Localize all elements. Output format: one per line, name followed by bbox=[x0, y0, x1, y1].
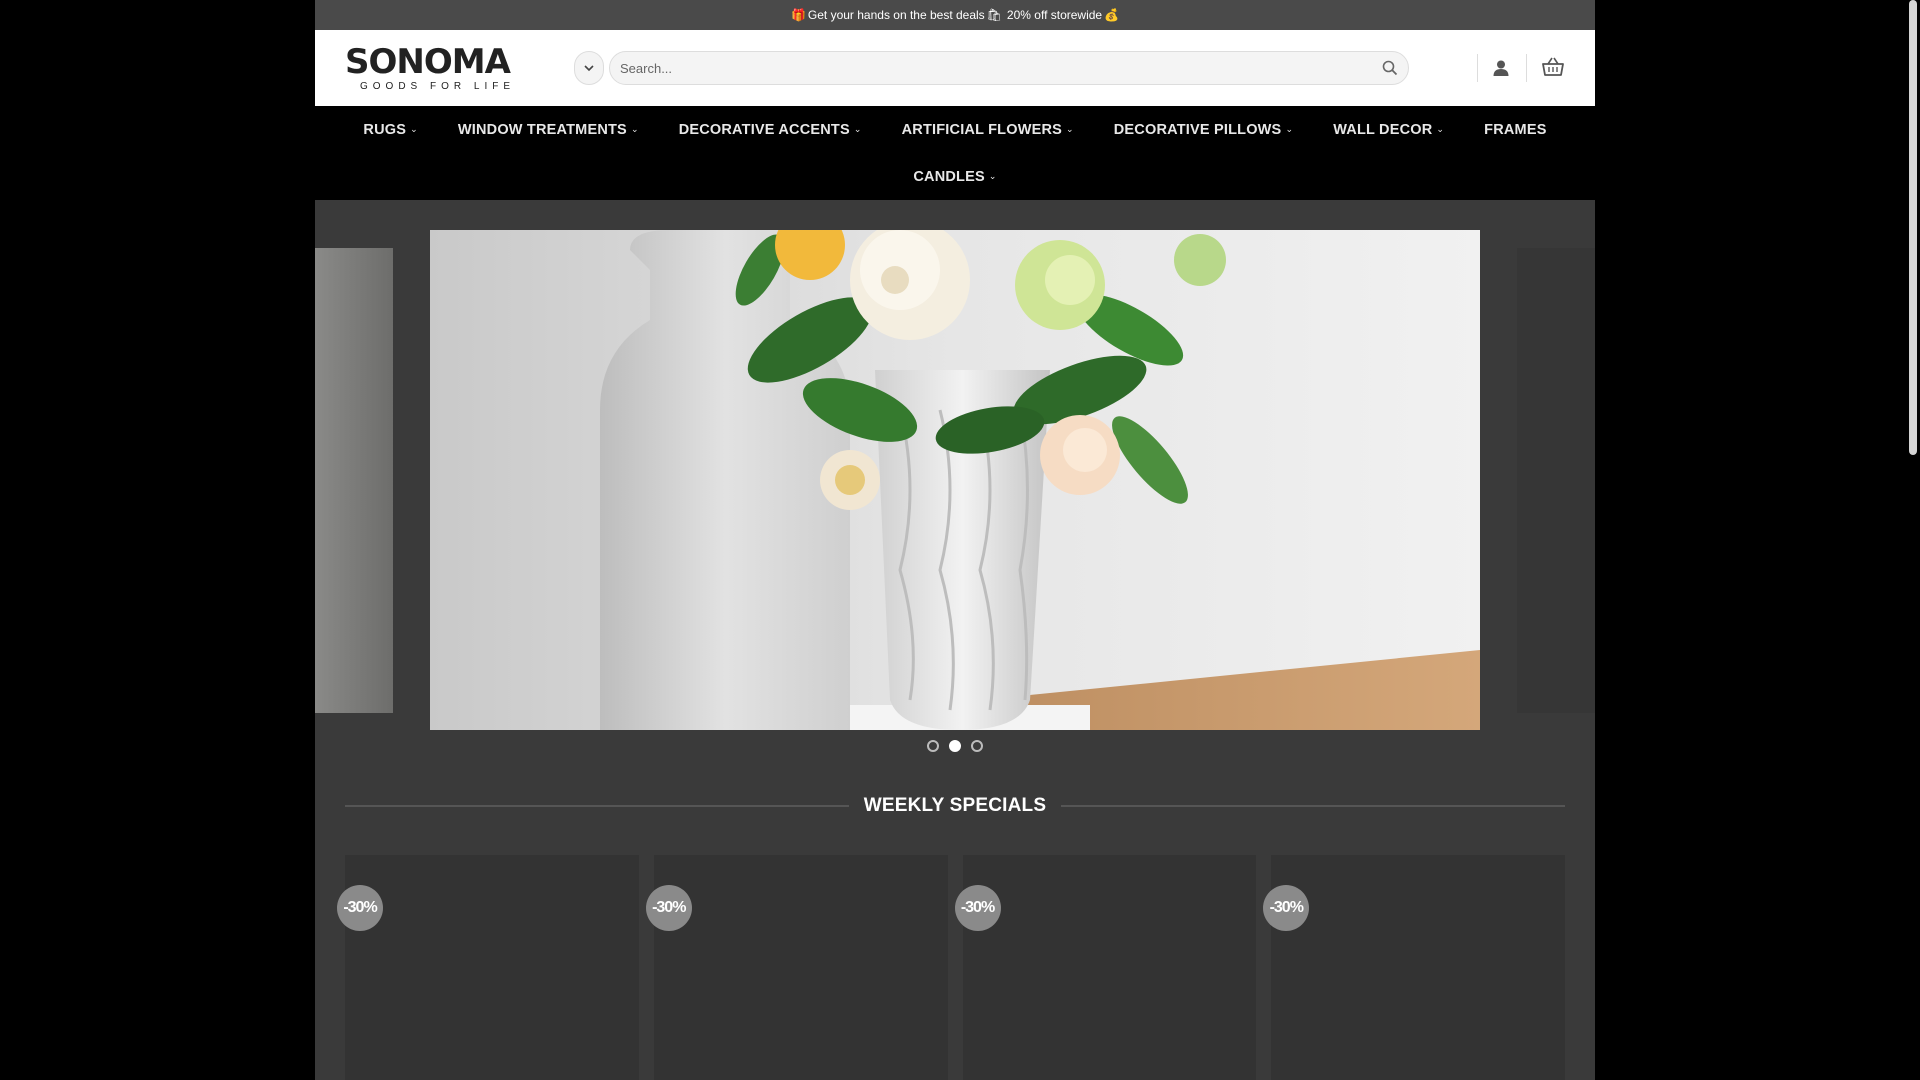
hero-slider bbox=[315, 200, 1595, 770]
previous-slide-preview[interactable] bbox=[315, 248, 393, 713]
chevron-down-icon: ⌄ bbox=[1436, 124, 1445, 134]
slider-dot-3[interactable] bbox=[971, 740, 983, 752]
header-divider bbox=[1526, 54, 1527, 82]
chevron-down-icon: ⌄ bbox=[853, 124, 862, 134]
chevron-down-icon: ⌄ bbox=[1066, 124, 1074, 134]
product-card[interactable]: -30% bbox=[954, 855, 1257, 1080]
nav-label: DECORATIVE PILLOWS bbox=[1113, 121, 1282, 138]
chevron-down-icon: ⌄ bbox=[988, 171, 997, 181]
nav-item-wall-decor[interactable]: WALL DECOR ⌄ bbox=[1313, 106, 1464, 153]
vase-flowers-illustration bbox=[430, 230, 1480, 730]
chevron-down-icon: ⌄ bbox=[1285, 124, 1294, 134]
nav-item-candles[interactable]: CANDLES ⌄ bbox=[893, 153, 1016, 200]
logo-wordmark: SONOMA bbox=[345, 42, 511, 82]
nav-item-rugs[interactable]: RUGS ⌄ bbox=[343, 106, 437, 153]
category-select[interactable] bbox=[574, 51, 604, 85]
basket-icon bbox=[1542, 57, 1564, 76]
nav-item-frames[interactable]: FRAMES bbox=[1464, 106, 1566, 153]
product-card[interactable]: -30% bbox=[1263, 855, 1565, 1080]
section-divider bbox=[1061, 805, 1565, 807]
promo-bar: 🎁 Get your hands on the best deals 🛍 20%… bbox=[315, 0, 1595, 30]
page-container: 🎁 Get your hands on the best deals 🛍 20%… bbox=[315, 0, 1595, 1080]
slider-dot-2[interactable] bbox=[949, 740, 961, 752]
nav-item-decorative-accents[interactable]: DECORATIVE ACCENTS ⌄ bbox=[659, 106, 882, 153]
nav-item-decorative-pillows[interactable]: DECORATIVE PILLOWS ⌄ bbox=[1094, 106, 1313, 153]
product-card[interactable]: -30% bbox=[645, 855, 948, 1080]
user-icon bbox=[1493, 60, 1509, 76]
money-bag-emoji: 💰 bbox=[1104, 8, 1120, 22]
nav-label: WINDOW TREATMENTS bbox=[457, 121, 627, 138]
site-logo[interactable]: SONOMA GOODS FOR LIFE bbox=[345, 45, 525, 93]
nav-label: ARTIFICIAL FLOWERS bbox=[901, 121, 1063, 138]
sale-badge: -30% bbox=[1263, 885, 1310, 931]
main-nav: RUGS ⌄ WINDOW TREATMENTS ⌄ DECORATIVE AC… bbox=[315, 106, 1595, 200]
scrollbar-thumb[interactable] bbox=[1909, 0, 1917, 455]
search-icon bbox=[1382, 60, 1398, 76]
product-card[interactable]: -30% bbox=[337, 855, 639, 1080]
site-header: SONOMA GOODS FOR LIFE bbox=[315, 30, 1595, 106]
nav-label: FRAMES bbox=[1484, 121, 1547, 138]
nav-label: DECORATIVE ACCENTS bbox=[678, 121, 850, 138]
gift-emoji: 🎁 bbox=[790, 8, 806, 22]
search-button[interactable] bbox=[1380, 58, 1400, 78]
sale-badge: -30% bbox=[954, 885, 1001, 931]
chevron-down-icon bbox=[584, 65, 594, 72]
nav-item-artificial-flowers[interactable]: ARTIFICIAL FLOWERS ⌄ bbox=[882, 106, 1094, 153]
page-scrollbar[interactable] bbox=[1906, 0, 1920, 1080]
slider-dot-1[interactable] bbox=[927, 740, 939, 752]
hero-slide-image[interactable] bbox=[430, 230, 1480, 730]
nav-label: WALL DECOR bbox=[1333, 121, 1433, 138]
promo-text-1: Get your hands on the best deals bbox=[807, 8, 985, 22]
logo-tagline: GOODS FOR LIFE bbox=[360, 81, 516, 92]
weekly-specials-header: WEEKLY SPECIALS bbox=[315, 786, 1595, 826]
chevron-down-icon: ⌄ bbox=[630, 124, 639, 134]
section-divider bbox=[345, 805, 849, 807]
cart-button[interactable] bbox=[1539, 52, 1567, 82]
nav-item-window-treatments[interactable]: WINDOW TREATMENTS ⌄ bbox=[438, 106, 659, 153]
next-slide-preview[interactable] bbox=[1517, 248, 1595, 713]
search-input[interactable] bbox=[610, 52, 1370, 84]
promo-text-2: 20% off storewide bbox=[1006, 8, 1103, 22]
nav-label: CANDLES bbox=[913, 168, 985, 185]
section-title: WEEKLY SPECIALS bbox=[863, 795, 1047, 816]
shopping-bags-emoji: 🛍 bbox=[986, 8, 1002, 22]
header-divider bbox=[1477, 54, 1478, 82]
chevron-down-icon: ⌄ bbox=[410, 124, 418, 134]
product-grid: -30% -30% -30% -30% bbox=[337, 855, 1565, 1080]
search-box bbox=[609, 51, 1409, 85]
nav-label: RUGS bbox=[363, 121, 407, 138]
sale-badge: -30% bbox=[645, 885, 692, 931]
slider-dots bbox=[315, 740, 1595, 752]
sale-badge: -30% bbox=[337, 885, 383, 931]
account-button[interactable] bbox=[1487, 54, 1515, 82]
